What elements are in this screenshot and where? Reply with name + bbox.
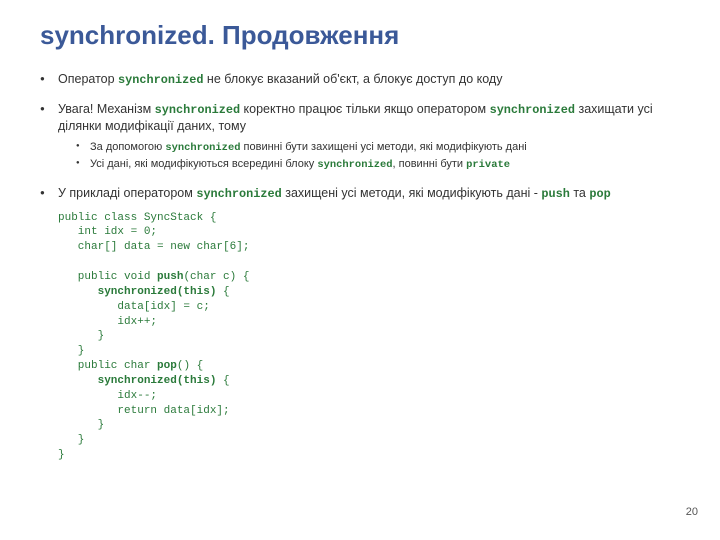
text: та: [570, 186, 589, 200]
code-line: public char: [58, 360, 157, 372]
code-line: [58, 375, 98, 387]
keyword-synchronized: synchronized: [118, 73, 203, 87]
bullet-list: Оператор synchronized не блокує вказаний…: [40, 71, 690, 463]
bullet-1: Оператор synchronized не блокує вказаний…: [40, 71, 690, 89]
code-line: idx++;: [58, 316, 157, 328]
code-line: int idx = 0;: [58, 226, 157, 238]
code-line: return data[idx];: [58, 405, 230, 417]
bullet-2: Увага! Механізм synchronized коректно пр…: [40, 101, 690, 173]
keyword-synchronized: synchronized: [165, 142, 240, 154]
bullet-3: У прикладі оператором synchronized захищ…: [40, 185, 690, 463]
code-bold: synchronized(this): [98, 286, 217, 298]
code-line: public void: [58, 271, 157, 283]
keyword-pop: pop: [589, 187, 610, 201]
slide: synchronized. Продовження Оператор synch…: [0, 0, 720, 485]
code-line: }: [58, 330, 104, 342]
code-line: idx--;: [58, 390, 157, 402]
code-bold: pop: [157, 360, 177, 372]
keyword-synchronized: synchronized: [490, 103, 575, 117]
code-line: data[idx] = c;: [58, 301, 210, 313]
bullet-2-sub-1: За допомогою synchronized повинні бути з…: [76, 140, 690, 156]
code-line: char[] data = new char[6];: [58, 241, 249, 253]
slide-title: synchronized. Продовження: [40, 20, 690, 51]
keyword-synchronized: synchronized: [317, 159, 392, 171]
text: Увага! Механізм: [58, 102, 155, 116]
keyword-synchronized: synchronized: [155, 103, 240, 117]
text: У прикладі оператором: [58, 186, 196, 200]
text: , повинні бути: [393, 158, 467, 170]
text: захищені усі методи, які модифікують дан…: [282, 186, 542, 200]
text: Оператор: [58, 72, 118, 86]
keyword-synchronized: synchronized: [196, 187, 281, 201]
code-line: }: [58, 419, 104, 431]
code-line: [58, 286, 98, 298]
code-line: (char c) {: [183, 271, 249, 283]
text: повинні бути захищені усі методи, які мо…: [240, 141, 526, 153]
page-number: 20: [686, 506, 698, 518]
bullet-2-sub-2: Усі дані, які модифікуються всередині бл…: [76, 157, 690, 173]
text: коректно працює тільки якщо оператором: [240, 102, 490, 116]
code-line: }: [58, 434, 84, 446]
code-bold: synchronized(this): [98, 375, 217, 387]
code-line: {: [216, 375, 229, 387]
code-line: () {: [177, 360, 203, 372]
sub-list: За допомогою synchronized повинні бути з…: [76, 140, 690, 173]
code-line: {: [216, 286, 229, 298]
code-block: public class SyncStack { int idx = 0; ch…: [58, 211, 690, 463]
keyword-private: private: [466, 159, 510, 171]
keyword-push: push: [541, 187, 569, 201]
text: За допомогою: [90, 141, 165, 153]
text: Усі дані, які модифікуються всередині бл…: [90, 158, 317, 170]
text: не блокує вказаний об'єкт, а блокує дост…: [203, 72, 502, 86]
code-line: public class SyncStack {: [58, 212, 216, 224]
code-line: }: [58, 449, 65, 461]
code-line: }: [58, 345, 84, 357]
code-bold: push: [157, 271, 183, 283]
